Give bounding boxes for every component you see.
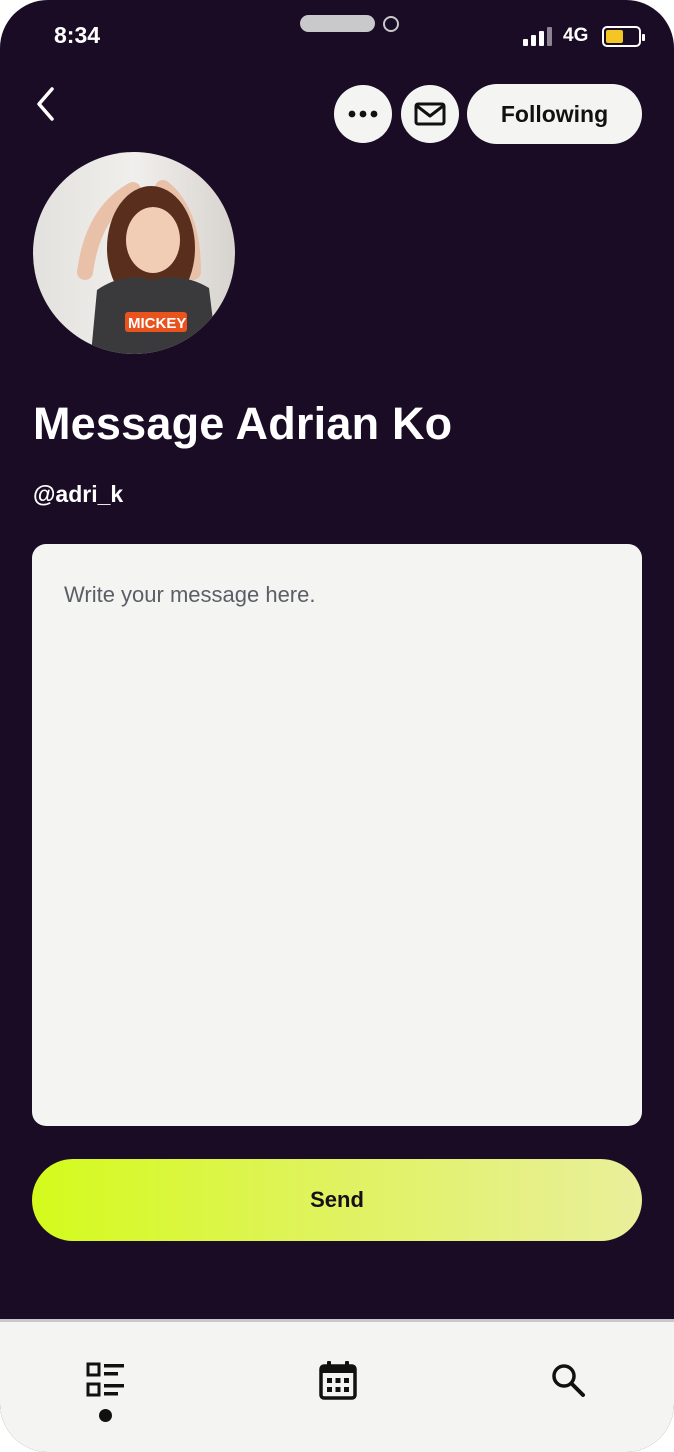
more-options-button[interactable]: [334, 85, 392, 143]
nav-item-calendar[interactable]: [316, 1358, 360, 1402]
svg-text:MICKEY: MICKEY: [128, 315, 186, 332]
following-button[interactable]: Following: [467, 84, 642, 144]
list-icon: [86, 1362, 124, 1397]
user-handle: @adri_k: [33, 481, 124, 507]
envelope-icon: [414, 102, 446, 126]
camera-lens: [383, 16, 399, 32]
search-icon: [552, 1364, 585, 1397]
camera-notch: [300, 15, 375, 32]
avatar: MICKEY: [33, 152, 235, 354]
page-title: Message Adrian Ko: [33, 398, 453, 449]
message-button[interactable]: [401, 85, 459, 143]
battery-level: [606, 30, 624, 43]
back-button[interactable]: [26, 82, 66, 126]
bottom-nav: [0, 1319, 674, 1452]
phone-screen: 8:34 4G Following MICKEY Message Adrian …: [0, 0, 674, 1452]
network-type: 4G: [563, 25, 589, 46]
calendar-icon: [319, 1361, 357, 1400]
nav-item-feed[interactable]: [84, 1358, 128, 1402]
active-indicator: [99, 1409, 112, 1422]
send-button[interactable]: Send: [32, 1159, 642, 1241]
status-time: 8:34: [54, 22, 101, 48]
chevron-left-icon: [37, 87, 54, 121]
signal-icon: [523, 27, 555, 46]
battery-icon: [602, 26, 645, 47]
message-input[interactable]: [32, 544, 642, 1126]
nav-item-search[interactable]: [546, 1358, 590, 1402]
ellipsis-icon: [348, 110, 378, 118]
